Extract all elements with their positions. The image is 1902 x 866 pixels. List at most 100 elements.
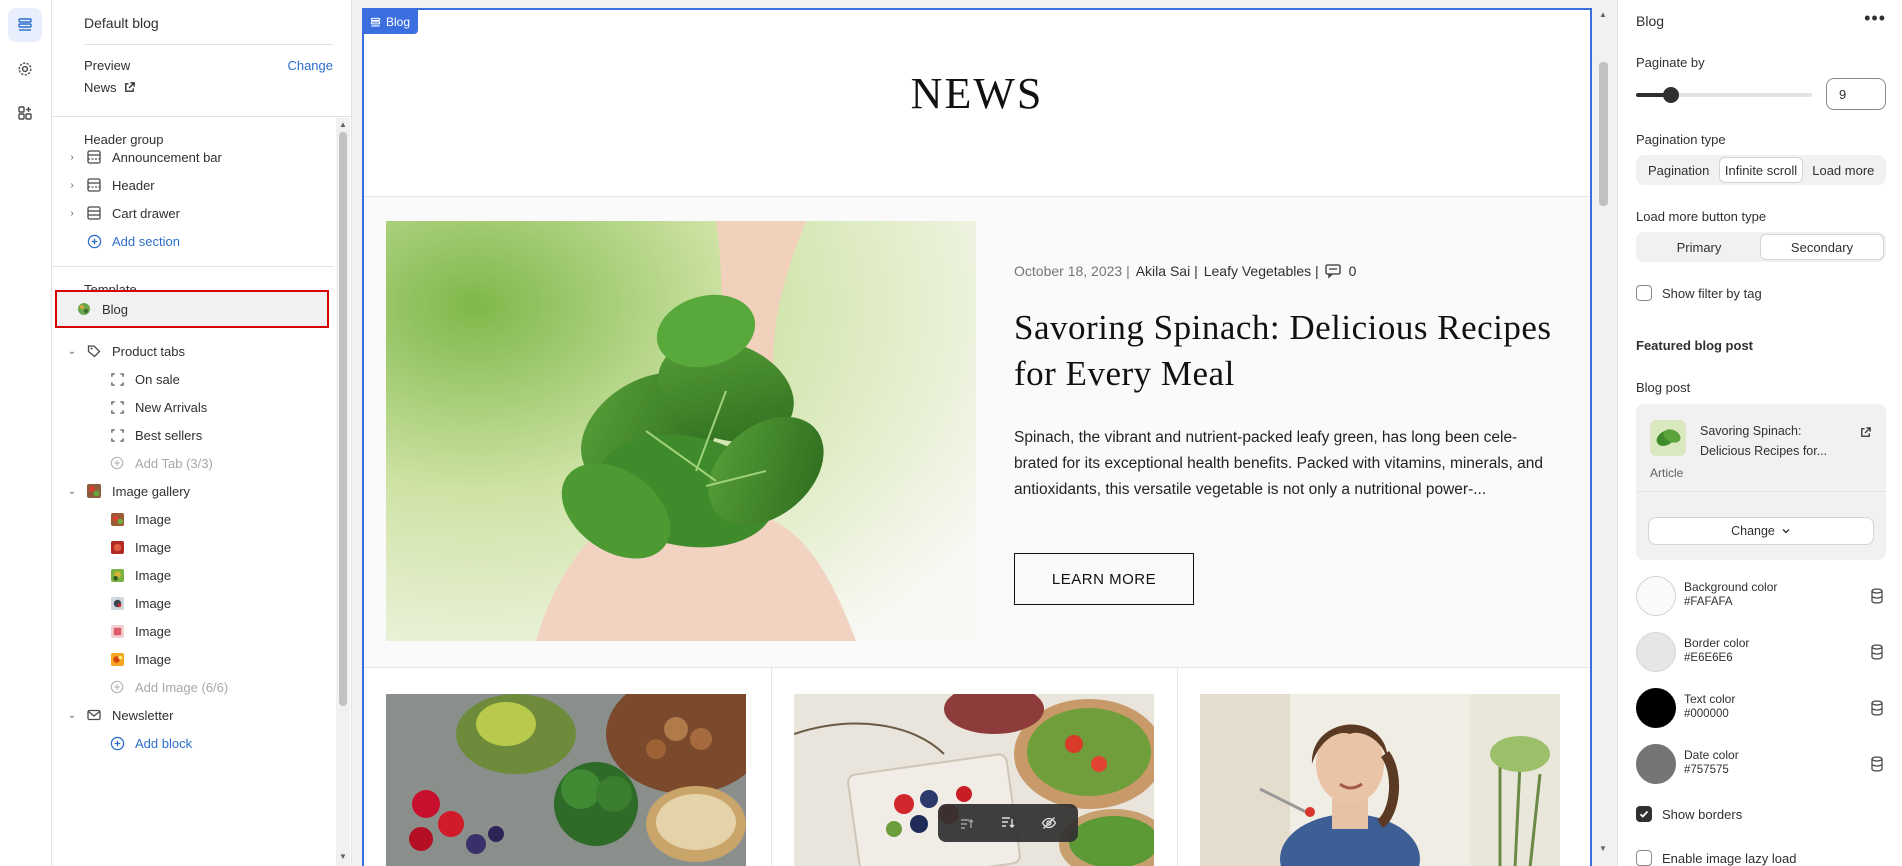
- lazy-load-checkbox[interactable]: Enable image lazy load: [1636, 850, 1796, 866]
- scrollbar-thumb[interactable]: [1599, 62, 1608, 206]
- paginate-input[interactable]: 9: [1826, 78, 1886, 110]
- add-block-label: Add block: [135, 735, 193, 751]
- secondary-option[interactable]: Secondary: [1760, 234, 1884, 260]
- section-label: Announcement bar: [112, 149, 222, 165]
- move-up-icon[interactable]: [959, 815, 975, 831]
- image-thumbnail-icon: [109, 623, 125, 639]
- text-color-setting[interactable]: Text color #000000: [1636, 688, 1886, 730]
- checkbox-unchecked[interactable]: [1636, 850, 1652, 866]
- scroll-up-arrow-icon[interactable]: ▲: [1599, 10, 1607, 19]
- primary-option[interactable]: Primary: [1638, 234, 1760, 260]
- apps-icon: [18, 106, 32, 120]
- chevron-right-icon[interactable]: ›: [66, 207, 78, 219]
- left-scrollbar[interactable]: ▲ ▼: [336, 118, 350, 866]
- scroll-down-arrow-icon[interactable]: ▼: [339, 852, 347, 861]
- add-section-label: Add section: [112, 233, 180, 249]
- add-tab-label: Add Tab (3/3): [135, 455, 213, 471]
- apps-rail-button[interactable]: [8, 96, 42, 130]
- post-date: October 18, 2023 |: [1014, 263, 1130, 279]
- chevron-right-icon[interactable]: ›: [66, 151, 78, 163]
- scroll-down-arrow-icon[interactable]: ▼: [1599, 844, 1607, 853]
- section-label: Newsletter: [112, 707, 174, 723]
- date-color-setting[interactable]: Date color #757575: [1636, 744, 1886, 786]
- text-color-swatch[interactable]: [1636, 688, 1676, 728]
- post-card-image[interactable]: [1200, 694, 1560, 866]
- database-icon[interactable]: [1870, 756, 1884, 772]
- border-color-swatch[interactable]: [1636, 632, 1676, 672]
- section-layout-icon: [86, 205, 102, 221]
- chevron-down-icon[interactable]: ⌄: [66, 485, 78, 497]
- background-color-setting[interactable]: Background color #FAFAFA: [1636, 576, 1886, 618]
- featured-post-image[interactable]: [386, 221, 976, 641]
- divider: [52, 266, 334, 267]
- color-name: Date color: [1684, 748, 1739, 762]
- section-label: Blog: [102, 301, 129, 317]
- block-label: Image: [135, 595, 172, 611]
- learn-more-button[interactable]: LEARN MORE: [1014, 553, 1194, 605]
- show-filter-checkbox[interactable]: Show filter by tag: [1636, 285, 1762, 301]
- infinite-scroll-option[interactable]: Infinite scroll: [1719, 157, 1803, 183]
- theme-editor: Default blog Preview Change News Header …: [0, 0, 1902, 866]
- load-more-option[interactable]: Load more: [1803, 157, 1884, 183]
- pagination-option[interactable]: Pagination: [1638, 157, 1719, 183]
- external-link-icon[interactable]: [1859, 426, 1872, 439]
- border-color-setting[interactable]: Border color #E6E6E6: [1636, 632, 1886, 674]
- preview-page-link[interactable]: News: [84, 80, 136, 95]
- color-name: Text color: [1684, 692, 1736, 706]
- template-title: Default blog: [84, 15, 159, 31]
- preview-scrollbar[interactable]: ▲ ▼: [1595, 0, 1611, 866]
- lazy-load-label: Enable image lazy load: [1662, 850, 1797, 866]
- post-card-image[interactable]: [386, 694, 746, 866]
- show-borders-checkbox[interactable]: Show borders: [1636, 806, 1742, 822]
- show-filter-label: Show filter by tag: [1662, 285, 1762, 301]
- featured-post-picker: Savoring Spinach: Delicious Recipes for.…: [1636, 404, 1886, 560]
- image-thumbnail-icon: [109, 567, 125, 583]
- settings-rail-button[interactable]: [8, 52, 42, 86]
- background-color-swatch[interactable]: [1636, 576, 1676, 616]
- post-category[interactable]: Leafy Vegetables |: [1204, 263, 1319, 279]
- date-color-swatch[interactable]: [1636, 744, 1676, 784]
- section-blog[interactable]: Blog: [55, 290, 329, 328]
- add-image-label: Add Image (6/6): [135, 679, 229, 695]
- hide-icon[interactable]: [1041, 815, 1057, 831]
- section-badge[interactable]: Blog: [364, 10, 419, 34]
- more-actions-icon[interactable]: •••: [1864, 8, 1886, 29]
- database-icon[interactable]: [1870, 700, 1884, 716]
- chevron-down-icon: [1782, 529, 1790, 534]
- checkbox-unchecked[interactable]: [1636, 285, 1652, 301]
- section-label: Cart drawer: [112, 205, 180, 221]
- block-label: On sale: [135, 371, 180, 387]
- block-label: Image: [135, 511, 172, 527]
- block-label: Best sellers: [135, 427, 203, 443]
- block-label: Image: [135, 567, 172, 583]
- scroll-up-arrow-icon[interactable]: ▲: [339, 120, 347, 129]
- database-icon[interactable]: [1870, 588, 1884, 604]
- chevron-down-icon[interactable]: ⌄: [66, 709, 78, 721]
- preview-canvas[interactable]: Blog NEWS October 18, 2023 | Akila Sai |…: [362, 8, 1592, 866]
- post-author[interactable]: Akila Sai |: [1136, 263, 1198, 279]
- section-layout-icon: [86, 149, 102, 165]
- scrollbar-thumb[interactable]: [339, 132, 347, 706]
- move-down-icon[interactable]: [1000, 815, 1016, 831]
- change-preview-link[interactable]: Change: [287, 58, 333, 73]
- paginate-label: Paginate by: [1636, 55, 1705, 70]
- color-hex: #000000: [1684, 708, 1729, 720]
- database-icon[interactable]: [1870, 644, 1884, 660]
- checkbox-checked[interactable]: [1636, 806, 1652, 822]
- post-meta: October 18, 2023 | Akila Sai | Leafy Veg…: [1014, 263, 1356, 279]
- paginate-slider-handle[interactable]: [1663, 87, 1680, 103]
- add-section-button[interactable]: Add section: [52, 224, 334, 258]
- chevron-down-icon[interactable]: ⌄: [66, 345, 78, 357]
- color-hex: #757575: [1684, 764, 1729, 776]
- plus-circle-icon: [109, 735, 125, 751]
- block-frame-icon: [109, 371, 125, 387]
- pagination-type-selector: Pagination Infinite scroll Load more: [1636, 155, 1886, 185]
- sections-rail-button[interactable]: [8, 8, 42, 42]
- divider: [84, 44, 333, 45]
- section-badge-label: Blog: [386, 15, 411, 29]
- add-block-button[interactable]: Add block: [52, 726, 334, 760]
- post-title[interactable]: Savoring Spinach: Delicious Recipes for …: [1014, 305, 1554, 397]
- change-post-button[interactable]: Change: [1648, 517, 1874, 545]
- preview-label: Preview: [84, 58, 131, 73]
- chevron-right-icon[interactable]: ›: [66, 179, 78, 191]
